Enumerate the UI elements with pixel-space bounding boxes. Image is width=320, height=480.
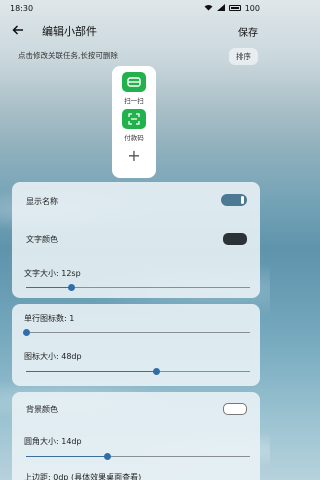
corner-radius-slider-thumb[interactable] (103, 453, 111, 460)
back-arrow-icon[interactable] (12, 23, 30, 39)
scan-icon (122, 72, 146, 92)
widget-item-label: 扫一扫 (124, 97, 144, 105)
icon-size-slider-fill (26, 371, 156, 372)
icons-per-row-slider[interactable] (23, 329, 250, 336)
text-size-slider-thumb[interactable] (67, 284, 75, 291)
bg-color-label: 背景颜色 (26, 405, 58, 414)
text-size-label: 文字大小: 12sp (24, 269, 81, 278)
wifi-icon (204, 4, 213, 13)
widget-item-scan[interactable]: 扫一扫 (122, 72, 146, 105)
text-size-slider[interactable] (26, 284, 250, 291)
icon-size-slider[interactable] (26, 368, 250, 375)
top-margin-label: 上边距: 0dp (具体效果桌面查看) (24, 473, 142, 480)
icons-per-row-slider-thumb[interactable] (23, 329, 30, 336)
show-name-toggle[interactable] (221, 194, 247, 206)
payment-code-icon (122, 109, 146, 129)
text-color-label: 文字颜色 (26, 235, 58, 244)
sort-button[interactable]: 排序 (229, 48, 258, 65)
corner-radius-label: 圆角大小: 14dp (24, 437, 82, 446)
status-bar: 18:30 100 (0, 0, 270, 16)
show-name-label: 显示名称 (26, 197, 58, 206)
header: 编辑小部件 保存 (0, 20, 270, 42)
page-title: 编辑小部件 (42, 25, 97, 38)
signal-icon (216, 3, 225, 13)
hint-text: 点击修改关联任务,长按可删除 (18, 51, 118, 60)
widget-preview: 扫一扫 付款码 + (112, 66, 156, 178)
status-time: 18:30 (10, 3, 34, 13)
add-icon[interactable]: + (127, 148, 140, 164)
icon-size-label: 图标大小: 48dp (24, 352, 82, 361)
bg-color-swatch[interactable] (223, 403, 247, 415)
corner-radius-slider[interactable] (26, 453, 250, 460)
text-color-swatch[interactable] (223, 233, 247, 245)
widget-item-payment-code[interactable]: 付款码 (122, 109, 146, 142)
save-button[interactable]: 保存 (238, 24, 258, 39)
battery-level: 100 (244, 3, 260, 13)
icon-size-slider-thumb[interactable] (152, 368, 160, 375)
icons-per-row-label: 单行图标数: 1 (24, 314, 75, 323)
text-size-slider-fill (26, 287, 71, 288)
battery-icon (228, 5, 241, 11)
background-settings-card: 背景颜色 圆角大小: 14dp 上边距: 0dp (具体效果桌面查看) (12, 392, 260, 480)
corner-radius-slider-fill (26, 456, 107, 457)
icon-settings-card: 单行图标数: 1 图标大小: 48dp (12, 304, 260, 386)
widget-item-label: 付款码 (124, 134, 144, 142)
display-settings-card: 显示名称 文字颜色 文字大小: 12sp (12, 182, 260, 298)
